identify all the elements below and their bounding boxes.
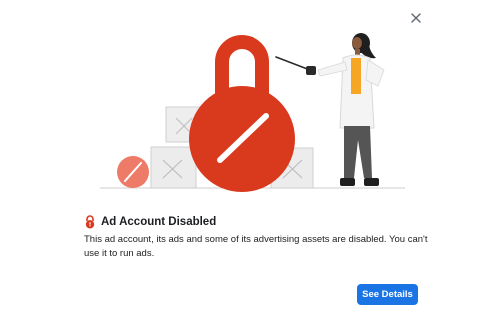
close-icon	[411, 13, 421, 23]
close-button[interactable]	[407, 9, 425, 27]
small-blocked-circle	[117, 156, 149, 188]
dialog-title: Ad Account Disabled	[101, 216, 217, 228]
ad-account-disabled-dialog: Ad Account Disabled This ad account, its…	[0, 0, 503, 311]
dialog-header: Ad Account Disabled	[84, 214, 216, 230]
lock-warning-icon	[85, 215, 95, 229]
dialog-message: This ad account, its ads and some of its…	[84, 234, 428, 259]
padlock-icon	[189, 35, 295, 192]
lock-illustration	[100, 33, 405, 192]
see-details-button[interactable]: See Details	[357, 284, 418, 305]
